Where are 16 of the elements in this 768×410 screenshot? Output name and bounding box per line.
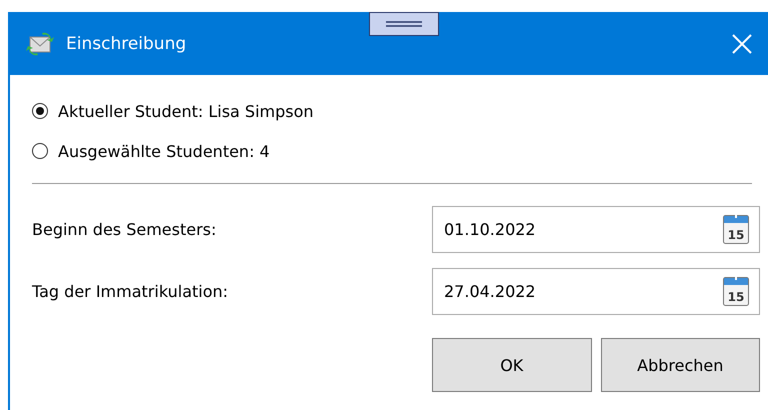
window-title: Einschreibung [66,34,188,54]
date-field[interactable]: 27.04.2022 15 [432,268,760,314]
envelope-refresh-icon [26,30,54,58]
grip-handle[interactable] [369,12,439,36]
dialog-button[interactable]: OK [432,338,592,392]
close-button[interactable] [730,32,754,56]
radio-label: Aktueller Student: Lisa Simpson [58,102,314,120]
field-label: Beginn des Semesters: [32,220,218,238]
calendar-icon[interactable]: 15 [723,276,749,306]
radio-label: Ausgewählte Studenten: 4 [58,142,270,160]
radio-button[interactable] [32,143,48,159]
radio-button[interactable] [32,103,48,119]
field-label: Tag der Immatrikulation: [32,282,230,300]
calendar-icon[interactable]: 15 [723,214,749,244]
dialog-button[interactable]: Abbrechen [600,338,760,392]
date-field[interactable]: 01.10.2022 15 [432,206,760,252]
